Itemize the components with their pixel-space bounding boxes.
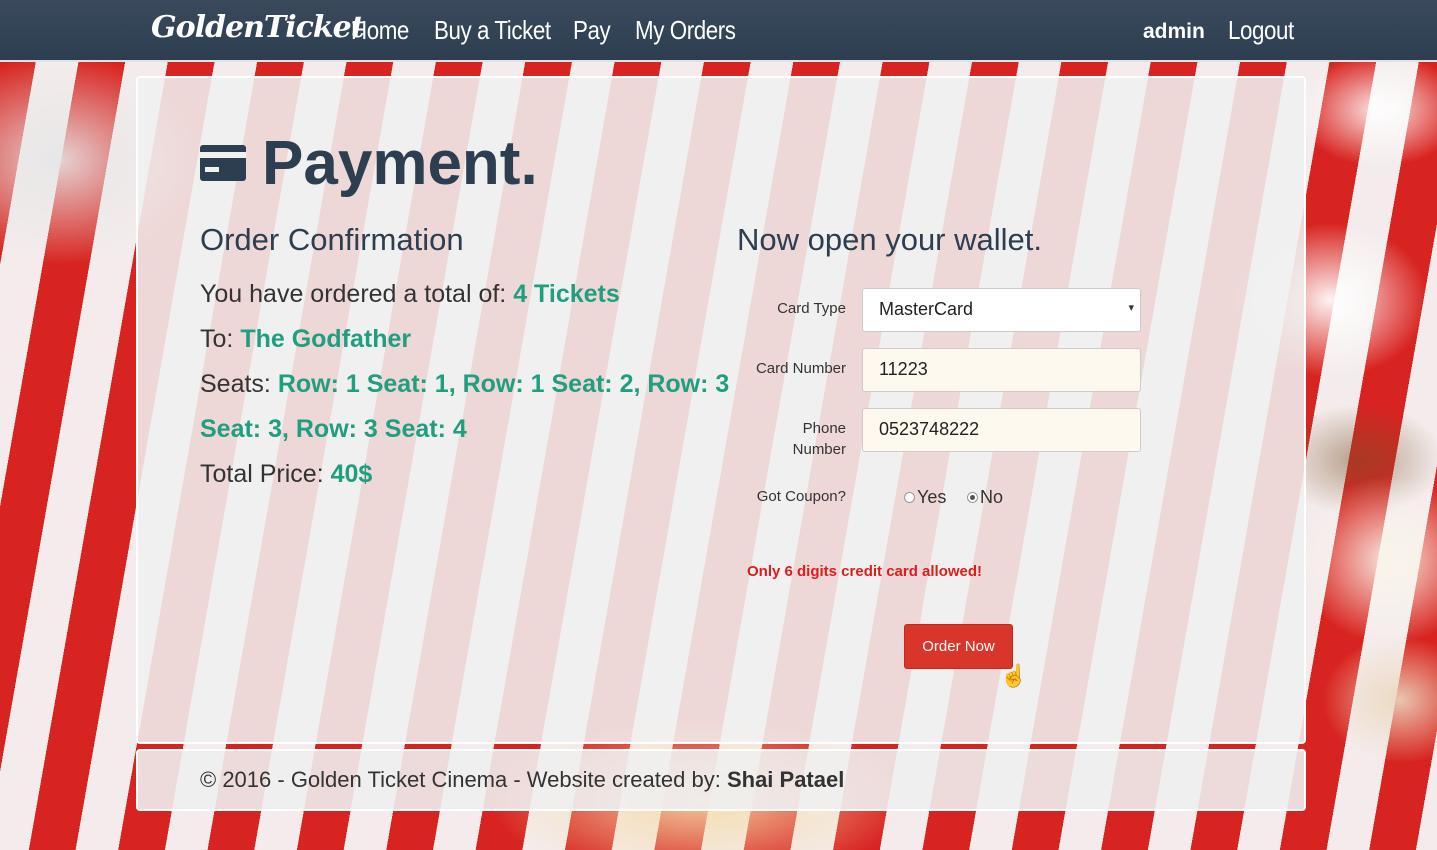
payment-panel: Payment. Order Confirmation Now open you… — [136, 76, 1306, 744]
order-now-button[interactable]: Order Now — [904, 624, 1013, 669]
nav-username[interactable]: admin — [1143, 20, 1205, 44]
nav-logout[interactable]: Logout — [1228, 15, 1294, 46]
order-total-value: 4 Tickets — [513, 280, 620, 308]
coupon-yes-radio[interactable] — [904, 492, 915, 503]
order-seats-label: Seats: — [200, 370, 271, 398]
footer-copyright: © 2016 - Golden Ticket Cinema - Website … — [200, 767, 721, 792]
footer: © 2016 - Golden Ticket Cinema - Website … — [136, 749, 1306, 811]
order-price-label: Total Price: — [200, 460, 324, 488]
card-type-value: MasterCard — [879, 299, 974, 319]
card-number-label: Card Number — [755, 360, 846, 377]
page-title: Payment. — [262, 129, 538, 198]
phone-label-line2: Number — [792, 441, 846, 458]
phone-label-line1: Phone — [802, 420, 846, 437]
card-type-select[interactable]: MasterCard ▾ — [862, 288, 1141, 332]
card-error-message: Only 6 digits credit card allowed! — [747, 563, 983, 580]
nav-pay[interactable]: Pay — [573, 15, 611, 46]
nav-home[interactable]: Home — [351, 15, 409, 46]
credit-card-icon — [200, 145, 246, 181]
order-seats-value-cont: Seat: 3, Row: 3 Seat: 4 — [200, 415, 467, 443]
order-price-line: Total Price: 40$ — [200, 460, 372, 489]
coupon-no-label[interactable]: No — [980, 487, 1003, 508]
brand-logo[interactable]: GoldenTicket — [151, 10, 365, 45]
order-movie-label: To: — [200, 325, 234, 353]
order-confirmation-heading: Order Confirmation — [200, 222, 464, 257]
phone-input[interactable]: 0523748222 — [862, 408, 1141, 452]
order-seats-value: Row: 1 Seat: 1, Row: 1 Seat: 2, Row: 3 — [277, 370, 730, 398]
order-price-value: 40$ — [330, 460, 373, 488]
phone-label: Phone Number — [736, 420, 846, 458]
nav-buy-ticket[interactable]: Buy a Ticket — [434, 15, 551, 46]
navbar: GoldenTicket Home Buy a Ticket Pay My Or… — [0, 0, 1437, 62]
footer-author: Shai Patael — [726, 767, 845, 792]
order-total-label: You have ordered a total of: — [200, 280, 507, 308]
coupon-no-radio[interactable] — [967, 492, 978, 503]
order-movie-line: To: The Godfather — [200, 325, 411, 354]
footer-text: © 2016 - Golden Ticket Cinema - Website … — [200, 767, 844, 793]
order-total-line: You have ordered a total of: 4 Tickets — [200, 280, 620, 309]
coupon-yes-label[interactable]: Yes — [917, 487, 946, 508]
card-type-label: Card Type — [777, 300, 846, 317]
order-movie-value: The Godfather — [240, 325, 412, 353]
card-number-input[interactable]: 11223 — [862, 348, 1141, 392]
hand-cursor-icon: ☝ — [1000, 663, 1028, 688]
coupon-label: Got Coupon? — [756, 488, 846, 505]
select-arrow-icon: ▾ — [1128, 302, 1134, 314]
wallet-heading: Now open your wallet. — [737, 222, 1042, 257]
order-seats-line: Seats: Row: 1 Seat: 1, Row: 1 Seat: 2, R… — [200, 370, 729, 399]
nav-my-orders[interactable]: My Orders — [635, 15, 736, 46]
